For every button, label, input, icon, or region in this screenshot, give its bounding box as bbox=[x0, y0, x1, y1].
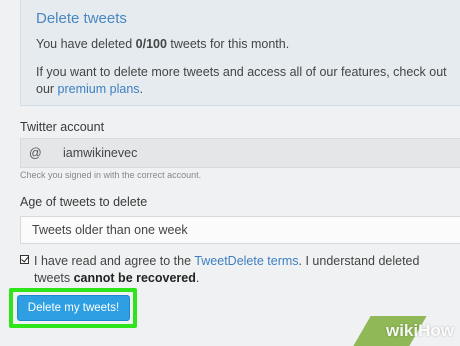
wikihow-watermark: wikiHow bbox=[385, 321, 454, 340]
twitter-account-label: Twitter account bbox=[20, 120, 105, 134]
delete-tweets-button[interactable]: Delete my tweets! bbox=[17, 295, 130, 321]
tweet-age-label: Age of tweets to delete bbox=[20, 195, 148, 209]
tweetdelete-terms-link[interactable]: TweetDelete terms bbox=[194, 254, 298, 268]
agree-terms-text: I have read and agree to the TweetDelete… bbox=[34, 254, 420, 285]
notice-title: Delete tweets bbox=[36, 10, 127, 27]
notice-deleted-count: You have deleted 0/100 tweets for this m… bbox=[36, 37, 290, 51]
tweet-age-selected: Tweets older than one week bbox=[32, 223, 188, 237]
deleted-count-value: 0/100 bbox=[135, 37, 167, 51]
tweet-age-select[interactable]: Tweets older than one week bbox=[20, 216, 460, 244]
at-sign-prefix: @ bbox=[29, 146, 42, 160]
account-help-text: Check you signed in with the correct acc… bbox=[20, 170, 202, 180]
twitter-handle-value: iamwikinevec bbox=[63, 146, 138, 160]
tweet-quota-notice: Delete tweets You have deleted 0/100 twe… bbox=[20, 0, 460, 106]
agree-terms-checkbox[interactable] bbox=[20, 255, 29, 264]
notice-upgrade-text: If you want to delete more tweets and ac… bbox=[36, 65, 447, 96]
premium-plans-link[interactable]: premium plans bbox=[58, 82, 140, 96]
twitter-account-field[interactable]: @ iamwikinevec bbox=[20, 138, 460, 168]
